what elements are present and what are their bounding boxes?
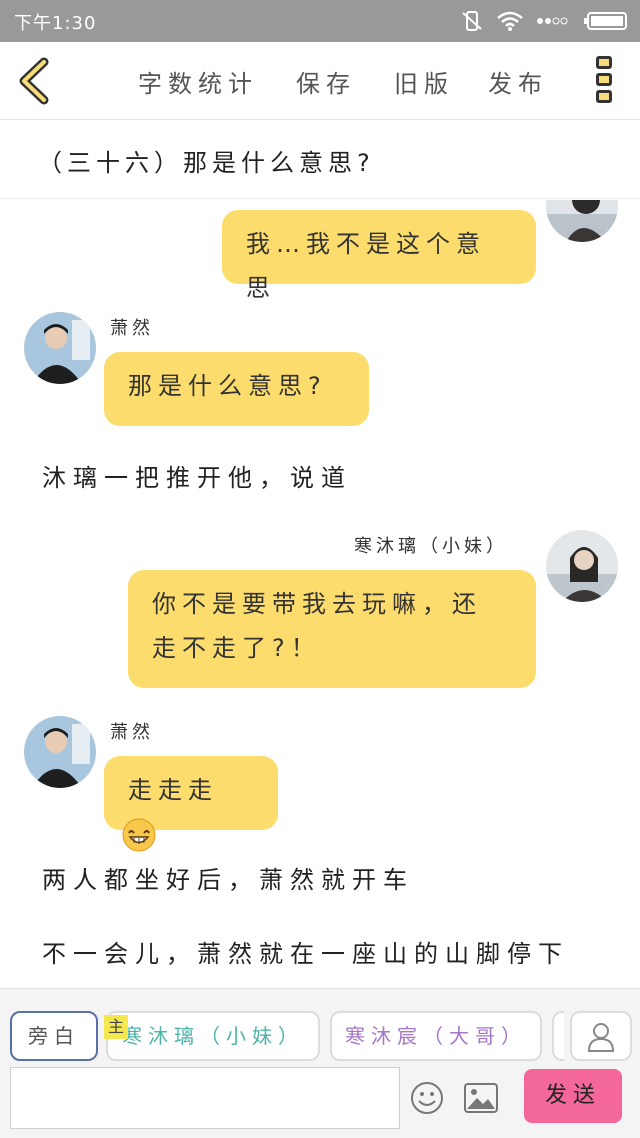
status-bar: 下午1:30 <box>0 0 640 42</box>
sender-name: 寒沐璃（小妹） <box>354 536 508 557</box>
message-bubble[interactable]: 走走走 <box>104 756 278 852</box>
character-chip-brother[interactable]: 寒沐宸（大哥） <box>330 1011 542 1061</box>
message-bubble[interactable]: 那是什么意思? <box>104 352 369 426</box>
back-chevron-icon <box>19 57 49 105</box>
grin-emoji-icon <box>122 818 156 852</box>
narrator-chip[interactable]: 旁白 <box>10 1011 98 1061</box>
status-time: 下午1:30 <box>14 13 97 34</box>
top-toolbar: 字数统计 保存 旧版 发布 <box>0 42 640 120</box>
save-button[interactable]: 保存 <box>296 64 356 99</box>
add-character-button[interactable] <box>570 1011 632 1061</box>
more-menu-icon[interactable] <box>596 56 616 108</box>
wifi-icon <box>497 11 523 31</box>
battery-icon <box>584 12 627 30</box>
vibrate-icon <box>462 11 482 31</box>
emoji-icon[interactable] <box>410 1081 444 1115</box>
character-chip-partial[interactable] <box>552 1011 564 1061</box>
avatar-xiaoran[interactable] <box>24 716 96 788</box>
compose-panel: 旁白 寒沐璃（小妹） 主 寒沐宸（大哥） 发送 <box>0 988 640 1138</box>
narration-text[interactable]: 两人都坐好后，萧然就开车 <box>42 860 414 895</box>
avatar-xiaoran[interactable] <box>24 312 96 384</box>
person-icon <box>587 1023 615 1052</box>
chapter-title: （三十六）那是什么意思? <box>38 149 375 177</box>
image-icon[interactable] <box>464 1083 498 1113</box>
message-bubble[interactable]: 你不是要带我去玩嘛，还 走不走了?！ <box>128 570 536 688</box>
old-version-button[interactable]: 旧版 <box>394 64 454 99</box>
publish-button[interactable]: 发布 <box>488 64 548 99</box>
signal-icon <box>537 17 568 25</box>
chapter-header: （三十六）那是什么意思? <box>0 121 640 199</box>
chat-area[interactable]: 我…我不是这个意思 萧然 那是什么意思? 沐璃一把推开他，说道 寒沐璃（小妹） … <box>0 200 640 988</box>
message-input[interactable] <box>10 1067 400 1129</box>
character-chip-sister[interactable]: 寒沐璃（小妹） <box>106 1011 320 1061</box>
sender-name: 萧然 <box>110 318 154 339</box>
avatar-sister[interactable] <box>546 200 618 242</box>
main-role-badge: 主 <box>104 1015 128 1039</box>
send-button[interactable]: 发送 <box>524 1069 622 1123</box>
word-count-button[interactable]: 字数统计 <box>138 64 258 99</box>
sender-name: 萧然 <box>110 722 154 743</box>
message-bubble[interactable]: 我…我不是这个意思 <box>222 210 536 302</box>
status-icons <box>460 8 628 34</box>
narration-text[interactable]: 不一会儿，萧然就在一座山的山脚停下 <box>42 934 569 969</box>
back-button[interactable] <box>14 56 54 106</box>
avatar-sister[interactable] <box>546 530 618 602</box>
narration-text[interactable]: 沐璃一把推开他，说道 <box>42 458 352 493</box>
